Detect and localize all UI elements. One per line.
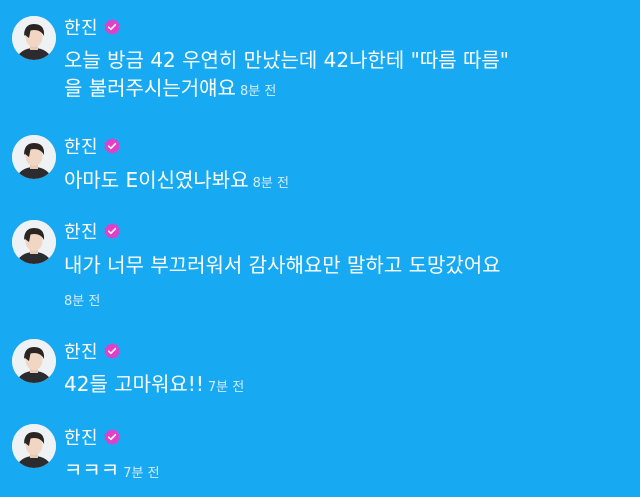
avatar-icon[interactable] <box>12 220 56 264</box>
author-name[interactable]: 한진 <box>64 424 98 450</box>
timestamp: 8분 전 <box>239 84 277 99</box>
message-line: 아마도 E이신였나봐요 <box>64 168 249 192</box>
message-line-with-time: 42들 고마워요!! 7분 전 <box>64 370 244 402</box>
author-row: 한진 <box>64 219 121 243</box>
message-line-with-time: 아마도 E이신였나봐요 8분 전 <box>64 166 289 198</box>
avatar-icon[interactable] <box>12 135 56 179</box>
timestamp: 8분 전 <box>252 176 289 191</box>
avatar-icon[interactable] <box>12 16 56 60</box>
message-line: 오늘 방금 42 우연히 만났는데 42나한테 "따름 따름" <box>64 48 509 72</box>
timestamp: 7분 전 <box>123 466 160 481</box>
avatar-icon[interactable] <box>12 339 56 383</box>
message-text: ㅋㅋㅋ 7분 전 <box>64 456 160 488</box>
verified-badge-icon <box>103 18 121 36</box>
verified-badge-icon <box>103 222 121 240</box>
author-row: 한진 <box>64 15 121 39</box>
message-line: 42들 고마워요!! <box>64 372 204 396</box>
timestamp: 7분 전 <box>207 380 245 395</box>
author-row: 한진 <box>64 134 121 158</box>
avatar-icon[interactable] <box>12 424 56 468</box>
author-name[interactable]: 한진 <box>64 218 98 244</box>
message-line: ㅋㅋㅋ <box>64 458 120 482</box>
timestamp: 8분 전 <box>64 294 101 309</box>
author-row: 한진 <box>64 339 121 363</box>
message-line: 내가 너무 부끄러워서 감사해요만 말하고 도망갔어요 <box>64 253 501 277</box>
verified-badge-icon <box>103 342 121 360</box>
message-line-with-time: ㅋㅋㅋ 7분 전 <box>64 456 160 488</box>
author-name[interactable]: 한진 <box>64 14 98 40</box>
message-text: 내가 너무 부끄러워서 감사해요만 말하고 도망갔어요 <box>64 251 501 279</box>
message-line: 을 불러주시는거얘요 <box>64 76 236 100</box>
verified-badge-icon <box>103 428 121 446</box>
author-name[interactable]: 한진 <box>64 338 98 364</box>
author-name[interactable]: 한진 <box>64 133 98 159</box>
author-row: 한진 <box>64 425 121 449</box>
message-line-with-time: 을 불러주시는거얘요 8분 전 <box>64 74 509 106</box>
verified-badge-icon <box>103 137 121 155</box>
message-text: 오늘 방금 42 우연히 만났는데 42나한테 "따름 따름" 을 불러주시는거… <box>64 46 509 106</box>
message-text: 아마도 E이신였나봐요 8분 전 <box>64 166 289 198</box>
message-text: 42들 고마워요!! 7분 전 <box>64 370 244 402</box>
